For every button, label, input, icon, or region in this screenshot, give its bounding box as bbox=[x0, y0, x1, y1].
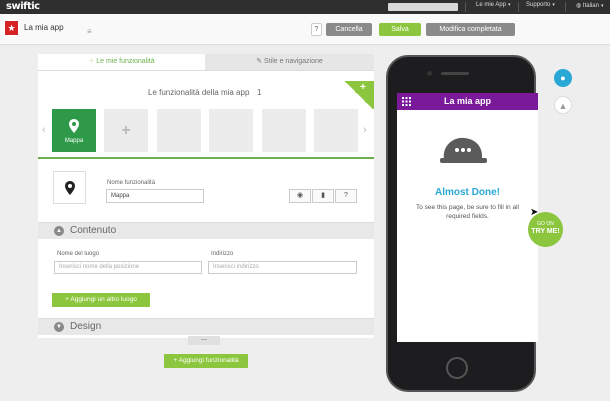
place-name-label: Nome del luogo bbox=[57, 251, 100, 257]
cursor-icon: ➤ bbox=[530, 207, 539, 218]
chevron-down-icon: ▾ bbox=[508, 2, 511, 8]
swiftic-logo[interactable]: swiftic bbox=[6, 1, 40, 12]
tab-label: Stile e navigazione bbox=[264, 58, 323, 65]
map-pin-icon bbox=[65, 181, 75, 195]
try-me-big: TRY ME! bbox=[531, 228, 560, 235]
ios-preview-button[interactable]: ● bbox=[554, 69, 572, 87]
menu-icon[interactable]: ≡ bbox=[87, 27, 92, 36]
design-section-title: Design bbox=[70, 321, 102, 332]
chevron-down-icon: ▾ bbox=[552, 2, 555, 8]
design-section-header[interactable]: ▼ Design bbox=[38, 318, 374, 335]
star-icon: ★ bbox=[7, 22, 16, 33]
chevron-up-icon: ▲ bbox=[54, 226, 64, 236]
almost-done-heading: Almost Done! bbox=[435, 187, 500, 198]
language-label: Italian bbox=[582, 3, 599, 9]
apple-icon: ● bbox=[560, 73, 566, 83]
almost-done-message: To see this page, be sure to fill in all… bbox=[416, 204, 519, 220]
features-title: Le funzionalità della mia app bbox=[148, 88, 250, 97]
divider bbox=[38, 70, 374, 71]
chevron-down-icon: ▼ bbox=[54, 322, 64, 332]
app-name: La mia app bbox=[24, 23, 64, 32]
trash-icon: ▮ bbox=[321, 192, 325, 199]
add-place-button[interactable]: + Aggiungi un altro luogo bbox=[52, 293, 150, 307]
preview-eye-button[interactable]: ◉ bbox=[289, 189, 311, 203]
my-apps-label: Le mie App bbox=[476, 2, 507, 8]
support-label: Supporto bbox=[526, 2, 551, 8]
eye-icon: ◉ bbox=[296, 192, 304, 199]
divider bbox=[38, 157, 374, 159]
address-label: Indirizzo bbox=[211, 251, 234, 257]
empty-feature-slot[interactable] bbox=[314, 109, 358, 152]
try-me-small: GO ON bbox=[537, 221, 554, 227]
phone-speaker bbox=[441, 72, 469, 75]
divider bbox=[465, 2, 466, 12]
place-name-input[interactable]: Inserisci nome della posizione bbox=[54, 261, 202, 274]
content-section-header[interactable]: ▲ Contenuto bbox=[38, 222, 374, 239]
feature-tile-label: Mappa bbox=[64, 138, 84, 144]
empty-feature-slot[interactable] bbox=[209, 109, 253, 152]
content-section-title: Contenuto bbox=[70, 225, 117, 236]
cancel-button[interactable]: Cancella bbox=[326, 23, 372, 36]
android-preview-button[interactable]: ▲ bbox=[554, 96, 572, 114]
help-button[interactable]: ? bbox=[335, 189, 357, 203]
address-input[interactable]: Inserisci indirizzo bbox=[208, 261, 357, 274]
feature-icon-picker[interactable] bbox=[53, 171, 86, 204]
preview-app-title: La mia app bbox=[443, 96, 491, 106]
tab-style-navigation[interactable]: ✎ Stile e navigazione bbox=[205, 54, 374, 70]
language-menu[interactable]: ◍ Italian ▾ bbox=[574, 2, 603, 12]
top-bar: swiftic Le mie App ▾ Supporto ▾ ◍ Italian ▾ bbox=[0, 0, 610, 14]
delete-button[interactable]: ▮ bbox=[312, 189, 334, 203]
divider bbox=[565, 2, 566, 12]
hard-hat-cloud-icon bbox=[440, 137, 487, 163]
add-corner[interactable] bbox=[343, 81, 374, 109]
my-apps-menu[interactable]: Le mie App ▾ bbox=[474, 2, 511, 12]
globe-icon: ◍ bbox=[576, 3, 582, 9]
feature-name-input[interactable]: Mappa bbox=[106, 189, 204, 203]
divider bbox=[518, 2, 519, 12]
phone-camera bbox=[427, 71, 432, 76]
collapse-tab[interactable]: — bbox=[188, 336, 220, 345]
support-menu[interactable]: Supporto ▾ bbox=[524, 2, 555, 12]
top-search-field[interactable] bbox=[388, 3, 458, 11]
add-feature-tile[interactable]: + bbox=[104, 109, 148, 152]
tab-my-features[interactable]: ⁘ Le mie funzionalità bbox=[38, 54, 205, 70]
carousel-prev-arrow[interactable]: ‹ bbox=[42, 124, 46, 136]
brush-icon: ✎ bbox=[256, 58, 263, 65]
edit-complete-button[interactable]: Modifica completata bbox=[426, 23, 515, 36]
map-pin-icon bbox=[69, 119, 79, 133]
grid-icon: ⁘ bbox=[88, 58, 95, 65]
phone-home-button bbox=[446, 357, 468, 379]
empty-feature-slot[interactable] bbox=[262, 109, 306, 152]
features-count: 1 bbox=[257, 88, 262, 97]
chevron-down-icon: ▾ bbox=[600, 3, 604, 9]
feature-tile-map[interactable]: Mappa bbox=[52, 109, 96, 152]
plus-icon[interactable]: + bbox=[360, 82, 366, 93]
carousel-next-arrow[interactable]: › bbox=[363, 124, 367, 136]
app-icon[interactable]: ★ bbox=[4, 20, 19, 36]
android-icon: ▲ bbox=[558, 101, 568, 111]
add-feature-button[interactable]: + Aggiungi funzionalità bbox=[164, 354, 248, 368]
empty-feature-slot[interactable] bbox=[157, 109, 201, 152]
feature-name-label: Nome funzionalità bbox=[107, 180, 156, 186]
tab-label: Le mie funzionalità bbox=[96, 58, 155, 65]
help-button[interactable]: ? bbox=[311, 23, 322, 36]
save-button[interactable]: Salva bbox=[379, 23, 421, 36]
